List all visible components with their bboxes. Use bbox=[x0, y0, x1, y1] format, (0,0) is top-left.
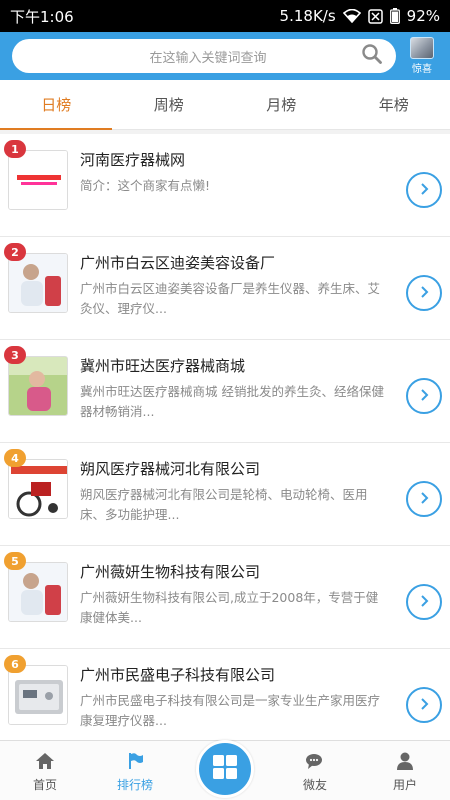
company-thumbnail bbox=[8, 150, 68, 210]
status-bar: 下午1:06 5.18K/s 92% bbox=[0, 0, 450, 32]
wifi-icon bbox=[342, 9, 361, 23]
nav-user[interactable]: 用户 bbox=[360, 741, 450, 800]
chevron-right-icon bbox=[417, 696, 431, 715]
company-thumbnail bbox=[8, 356, 68, 416]
nav-home-label: 首页 bbox=[32, 778, 57, 792]
status-indicators: 5.18K/s 92% bbox=[280, 7, 440, 25]
chat-icon bbox=[305, 752, 325, 773]
active-tab-indicator bbox=[0, 128, 112, 130]
item-info: 广州薇妍生物科技有限公司 广州薇妍生物科技有限公司,成立于2008年，专营于健康… bbox=[80, 562, 390, 628]
avatar-label: 惊喜 bbox=[412, 64, 432, 75]
chevron-right-icon bbox=[417, 490, 431, 509]
item-description: 广州市白云区迪姿美容设备厂是养生仪器、养生床、艾灸仪、理疗仪... bbox=[80, 281, 381, 316]
rank-badge: 4 bbox=[4, 449, 26, 467]
avatar bbox=[410, 37, 434, 59]
user-icon bbox=[395, 752, 415, 773]
nav-friends-label: 微友 bbox=[302, 778, 327, 792]
item-description: 朔风医疗器械河北有限公司是轮椅、电动轮椅、医用床、多功能护理... bbox=[80, 487, 368, 522]
company-thumbnail bbox=[8, 253, 68, 313]
app-header: 在这输入关键词查询 惊喜 bbox=[0, 32, 450, 80]
list-item[interactable]: 1 河南医疗器械网 简介：这个商家有点懒! bbox=[0, 134, 450, 237]
item-title: 广州薇妍生物科技有限公司 bbox=[80, 563, 261, 581]
item-title: 河南医疗器械网 bbox=[80, 151, 186, 169]
item-description: 冀州市旺达医疗器械商城 经销批发的养生灸、经络保健器材畅销消... bbox=[80, 384, 384, 419]
rank-badge: 5 bbox=[4, 552, 26, 570]
item-description: 广州薇妍生物科技有限公司,成立于2008年，专营于健康健体美... bbox=[80, 590, 379, 625]
flag-icon bbox=[125, 752, 145, 773]
battery-icon bbox=[389, 8, 400, 24]
app-screen: 下午1:06 5.18K/s 92% 在这输入关键词查询 惊喜 日榜 周榜 月榜… bbox=[0, 0, 450, 800]
ranking-list: 1 河南医疗器械网 简介：这个商家有点懒! 2 广州市白云区迪姿美容设备厂 广州… bbox=[0, 134, 450, 752]
list-item[interactable]: 5 广州薇妍生物科技有限公司 广州薇妍生物科技有限公司,成立于2008年，专营于… bbox=[0, 546, 450, 649]
nav-friends[interactable]: 微友 bbox=[270, 741, 360, 800]
item-detail-button[interactable] bbox=[406, 172, 442, 208]
nav-ranking[interactable]: 排行榜 bbox=[90, 741, 180, 800]
list-item[interactable]: 6 广州市民盛电子科技有限公司 广州市民盛电子科技有限公司是一家专业生产家用医疗… bbox=[0, 649, 450, 752]
status-time: 下午1:06 bbox=[10, 7, 74, 26]
rank-badge: 3 bbox=[4, 346, 26, 364]
no-sim-icon bbox=[367, 8, 383, 24]
item-info: 河南医疗器械网 简介：这个商家有点懒! bbox=[80, 150, 390, 196]
item-title: 冀州市旺达医疗器械商城 bbox=[80, 357, 246, 375]
item-detail-button[interactable] bbox=[406, 275, 442, 311]
list-item[interactable]: 3 冀州市旺达医疗器械商城 冀州市旺达医疗器械商城 经销批发的养生灸、经络保健器… bbox=[0, 340, 450, 443]
company-thumbnail bbox=[8, 459, 68, 519]
item-title: 广州市民盛电子科技有限公司 bbox=[80, 666, 276, 684]
battery-level: 92% bbox=[406, 7, 440, 25]
item-description: 简介：这个商家有点懒! bbox=[80, 178, 211, 193]
nav-ranking-label: 排行榜 bbox=[116, 778, 153, 792]
nav-user-label: 用户 bbox=[392, 778, 417, 792]
search-input[interactable]: 在这输入关键词查询 bbox=[12, 39, 396, 73]
chevron-right-icon bbox=[417, 181, 431, 200]
rank-badge: 6 bbox=[4, 655, 26, 673]
ranking-tabs: 日榜 周榜 月榜 年榜 bbox=[0, 80, 450, 130]
network-speed: 5.18K/s bbox=[279, 7, 336, 25]
rank-badge: 1 bbox=[4, 140, 26, 158]
chevron-right-icon bbox=[417, 284, 431, 303]
nav-home[interactable]: 首页 bbox=[0, 741, 90, 800]
search-placeholder: 在这输入关键词查询 bbox=[149, 50, 267, 66]
item-info: 冀州市旺达医疗器械商城 冀州市旺达医疗器械商城 经销批发的养生灸、经络保健器材畅… bbox=[80, 356, 390, 422]
list-item[interactable]: 4 朔风医疗器械河北有限公司 朔风医疗器械河北有限公司是轮椅、电动轮椅、医用床、… bbox=[0, 443, 450, 546]
tab-daily[interactable]: 日榜 bbox=[0, 80, 113, 129]
tab-yearly[interactable]: 年榜 bbox=[338, 80, 450, 129]
user-avatar-button[interactable]: 惊喜 bbox=[404, 37, 440, 75]
item-info: 朔风医疗器械河北有限公司 朔风医疗器械河北有限公司是轮椅、电动轮椅、医用床、多功… bbox=[80, 459, 390, 525]
home-icon bbox=[35, 752, 55, 773]
item-title: 朔风医疗器械河北有限公司 bbox=[80, 460, 261, 478]
item-detail-button[interactable] bbox=[406, 481, 442, 517]
item-title: 广州市白云区迪姿美容设备厂 bbox=[80, 254, 276, 272]
company-thumbnail bbox=[8, 562, 68, 622]
item-info: 广州市民盛电子科技有限公司 广州市民盛电子科技有限公司是一家专业生产家用医疗康复… bbox=[80, 665, 390, 731]
company-thumbnail bbox=[8, 665, 68, 725]
item-detail-button[interactable] bbox=[406, 687, 442, 723]
chevron-right-icon bbox=[417, 387, 431, 406]
search-icon[interactable] bbox=[362, 44, 382, 68]
item-detail-button[interactable] bbox=[406, 378, 442, 414]
list-item[interactable]: 2 广州市白云区迪姿美容设备厂 广州市白云区迪姿美容设备厂是养生仪器、养生床、艾… bbox=[0, 237, 450, 340]
rank-badge: 2 bbox=[4, 243, 26, 261]
grid-icon bbox=[212, 754, 238, 784]
tab-weekly[interactable]: 周榜 bbox=[113, 80, 226, 129]
item-detail-button[interactable] bbox=[406, 584, 442, 620]
item-info: 广州市白云区迪姿美容设备厂 广州市白云区迪姿美容设备厂是养生仪器、养生床、艾灸仪… bbox=[80, 253, 390, 319]
chevron-right-icon bbox=[417, 593, 431, 612]
center-menu-button[interactable] bbox=[196, 740, 254, 798]
item-description: 广州市民盛电子科技有限公司是一家专业生产家用医疗康复理疗仪器... bbox=[80, 693, 381, 728]
tab-monthly[interactable]: 月榜 bbox=[225, 80, 338, 129]
